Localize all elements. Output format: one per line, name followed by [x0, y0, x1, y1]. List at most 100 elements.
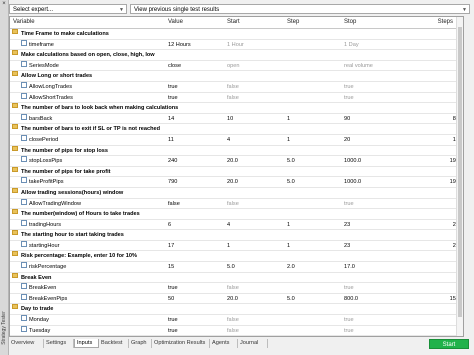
param-start[interactable]: false	[227, 82, 239, 92]
optimize-checkbox[interactable]	[21, 81, 27, 88]
tab-overview[interactable]: Overview	[9, 339, 44, 348]
param-value[interactable]: 17	[168, 241, 174, 251]
param-value[interactable]: 6	[168, 220, 171, 230]
param-step[interactable]: 5.0	[287, 294, 295, 304]
param-value[interactable]: 50	[168, 294, 174, 304]
close-icon[interactable]: ×	[1, 1, 7, 7]
param-start[interactable]: false	[227, 93, 239, 103]
param-start[interactable]: 1	[227, 241, 230, 251]
param-start[interactable]: 20.0	[227, 294, 238, 304]
param-step[interactable]: 5.0	[287, 177, 295, 187]
param-row[interactable]: barsBack141019081	[10, 113, 463, 125]
param-value[interactable]: false	[168, 199, 180, 209]
vertical-scrollbar[interactable]	[456, 17, 463, 336]
optimize-checkbox[interactable]	[21, 39, 27, 46]
param-row[interactable]: AllowLongTrades true false true	[10, 81, 463, 93]
param-value[interactable]: 11	[168, 135, 174, 145]
param-step[interactable]: 1	[287, 241, 290, 251]
col-header-variable[interactable]: Variable	[13, 17, 35, 28]
param-stop[interactable]: true	[344, 199, 354, 209]
optimize-checkbox[interactable]	[21, 262, 27, 269]
col-header-step[interactable]: Step	[287, 17, 299, 28]
param-row[interactable]: Wednesday true false true	[10, 336, 463, 337]
param-row[interactable]: tradingHours6412320	[10, 219, 463, 231]
param-stop[interactable]: 1 Day	[344, 40, 359, 50]
col-header-steps[interactable]: Steps	[438, 17, 453, 28]
optimize-checkbox[interactable]	[21, 293, 27, 300]
param-value[interactable]: 240	[168, 156, 177, 166]
col-header-stop[interactable]: Stop	[344, 17, 356, 28]
tab-settings[interactable]: Settings	[44, 339, 74, 348]
param-row[interactable]: Monday true false true	[10, 315, 463, 326]
param-row[interactable]: AllowTradingWindowfalsefalsetrue2	[10, 198, 463, 210]
param-row[interactable]: startingHour17112323	[10, 240, 463, 252]
param-value[interactable]: 790	[168, 177, 177, 187]
param-start[interactable]: false	[227, 336, 239, 337]
param-start[interactable]: 20.0	[227, 177, 238, 187]
param-stop[interactable]: 90	[344, 114, 350, 124]
param-row[interactable]: BreakEvenPips 50 20.0 5.0 800.0 157	[10, 293, 463, 305]
param-stop[interactable]: true	[344, 326, 354, 336]
optimize-checkbox[interactable]	[21, 315, 27, 322]
param-start[interactable]: 20.0	[227, 156, 238, 166]
param-row[interactable]: closePeriod11412017	[10, 134, 463, 146]
param-start[interactable]: 1 Hour	[227, 40, 244, 50]
param-value[interactable]: true	[168, 283, 178, 293]
param-stop[interactable]: 17.0	[344, 262, 355, 272]
start-button[interactable]: Start	[429, 339, 469, 349]
param-start[interactable]: 10	[227, 114, 233, 124]
param-step[interactable]: 5.0	[287, 156, 295, 166]
param-start[interactable]: false	[227, 199, 239, 209]
param-step[interactable]: 2.0	[287, 262, 295, 272]
param-stop[interactable]: 1000.0	[344, 156, 361, 166]
param-row[interactable]: timeframe12 Hours1 Hour1 Day8	[10, 39, 463, 51]
param-row[interactable]: takeProfitPips 790 20.0 5.0 1000.0 197	[10, 177, 463, 188]
optimize-checkbox[interactable]	[21, 60, 27, 67]
param-value[interactable]: true	[168, 82, 178, 92]
param-step[interactable]: 1	[287, 135, 290, 145]
param-stop[interactable]: true	[344, 82, 354, 92]
view-results-select[interactable]: View previous single test results ▼	[130, 4, 470, 14]
optimize-checkbox[interactable]	[21, 198, 27, 205]
param-row[interactable]: stopLossPips 240 20.0 5.0 1000.0 197	[10, 156, 463, 167]
param-stop[interactable]: true	[344, 336, 354, 337]
param-stop[interactable]: true	[344, 315, 354, 325]
param-start[interactable]: 4	[227, 220, 230, 230]
param-stop[interactable]: 23	[344, 220, 350, 230]
tab-graph[interactable]: Graph	[129, 339, 152, 348]
param-start[interactable]: 5.0	[227, 262, 235, 272]
param-value[interactable]: 15	[168, 262, 174, 272]
optimize-checkbox[interactable]	[21, 177, 27, 184]
col-header-value[interactable]: Value	[168, 17, 183, 28]
param-row[interactable]: BreakEven true false true	[10, 283, 463, 294]
param-value[interactable]: true	[168, 93, 178, 103]
optimize-checkbox[interactable]	[21, 283, 27, 290]
optimize-checkbox[interactable]	[21, 240, 27, 247]
optimize-checkbox[interactable]	[21, 156, 27, 163]
param-stop[interactable]: real volume	[344, 61, 373, 71]
optimize-checkbox[interactable]	[21, 92, 27, 99]
optimize-checkbox[interactable]	[21, 325, 27, 332]
tab-inputs[interactable]: Inputs	[74, 339, 99, 348]
param-step[interactable]: 1	[287, 114, 290, 124]
tab-journal[interactable]: Journal	[238, 339, 268, 348]
optimize-checkbox[interactable]	[21, 113, 27, 120]
param-value[interactable]: true	[168, 315, 178, 325]
param-stop[interactable]: 20	[344, 135, 350, 145]
tab-optimization-results[interactable]: Optimization Results	[152, 339, 210, 348]
param-stop[interactable]: true	[344, 283, 354, 293]
optimize-checkbox[interactable]	[21, 219, 27, 226]
param-value[interactable]: close	[168, 61, 181, 71]
optimize-checkbox[interactable]	[21, 134, 27, 141]
param-stop[interactable]: true	[344, 93, 354, 103]
param-step[interactable]: 1	[287, 220, 290, 230]
param-start[interactable]: open	[227, 61, 239, 71]
tab-backtest[interactable]: Backtest	[99, 339, 129, 348]
col-header-start[interactable]: Start	[227, 17, 240, 28]
param-value[interactable]: true	[168, 326, 178, 336]
param-row[interactable]: SeriesMode close open real volume	[10, 60, 463, 72]
param-start[interactable]: false	[227, 326, 239, 336]
param-value[interactable]: 12 Hours	[168, 40, 191, 50]
param-row[interactable]: AllowShortTrades true false true	[10, 92, 463, 104]
param-row[interactable]: riskPercentage155.02.017.07	[10, 262, 463, 273]
